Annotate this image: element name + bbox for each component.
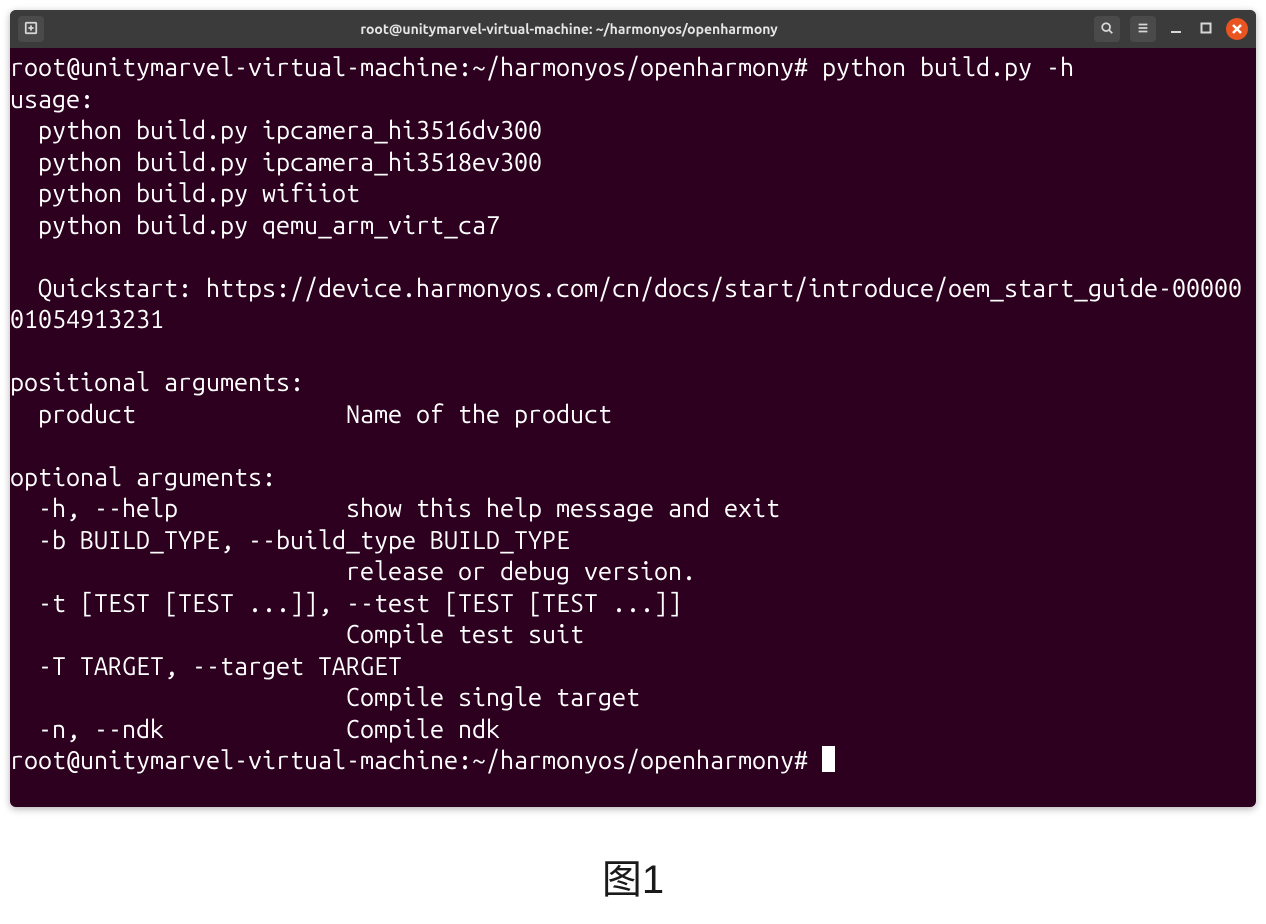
hamburger-icon xyxy=(1136,21,1150,38)
output-line: python build.py qemu_arm_virt_ca7 xyxy=(10,211,500,239)
command: python build.py -h xyxy=(822,53,1074,81)
prompt: root@unitymarvel-virtual-machine:~/harmo… xyxy=(10,53,822,81)
search-icon xyxy=(1100,21,1114,38)
close-button[interactable] xyxy=(1226,18,1248,40)
cursor-icon xyxy=(822,746,835,772)
output-line: Compile test suit xyxy=(10,620,584,648)
menu-button[interactable] xyxy=(1130,16,1156,42)
output-line: optional arguments: xyxy=(10,463,276,491)
output-line: product Name of the product xyxy=(10,400,612,428)
terminal-window: root@unitymarvel-virtual-machine: ~/harm… xyxy=(10,10,1256,807)
terminal-output[interactable]: root@unitymarvel-virtual-machine:~/harmo… xyxy=(10,48,1256,807)
new-tab-icon xyxy=(24,21,38,38)
minimize-icon xyxy=(1170,21,1182,37)
prompt: root@unitymarvel-virtual-machine:~/harmo… xyxy=(10,746,822,774)
window-title: root@unitymarvel-virtual-machine: ~/harm… xyxy=(48,21,1090,37)
maximize-icon xyxy=(1200,21,1212,37)
close-icon xyxy=(1232,21,1242,37)
output-line: python build.py ipcamera_hi3516dv300 xyxy=(10,116,542,144)
output-line: Quickstart: https://device.harmonyos.com… xyxy=(10,274,1242,334)
output-line: -h, --help show this help message and ex… xyxy=(10,494,780,522)
output-line: Compile single target xyxy=(10,683,640,711)
minimize-button[interactable] xyxy=(1166,19,1186,39)
output-line: -b BUILD_TYPE, --build_type BUILD_TYPE xyxy=(10,526,570,554)
window-titlebar: root@unitymarvel-virtual-machine: ~/harm… xyxy=(10,10,1256,48)
output-line: -t [TEST [TEST ...]], --test [TEST [TEST… xyxy=(10,589,682,617)
output-line: python build.py ipcamera_hi3518ev300 xyxy=(10,148,542,176)
output-line: python build.py wifiiot xyxy=(10,179,360,207)
output-line: -T TARGET, --target TARGET xyxy=(10,652,402,680)
output-line: -n, --ndk Compile ndk xyxy=(10,715,500,743)
output-line: release or debug version. xyxy=(10,557,696,585)
new-tab-button[interactable] xyxy=(18,16,44,42)
search-button[interactable] xyxy=(1094,16,1120,42)
output-line: usage: xyxy=(10,85,94,113)
figure-caption: 图1 xyxy=(0,847,1266,905)
maximize-button[interactable] xyxy=(1196,19,1216,39)
output-line: positional arguments: xyxy=(10,368,304,396)
